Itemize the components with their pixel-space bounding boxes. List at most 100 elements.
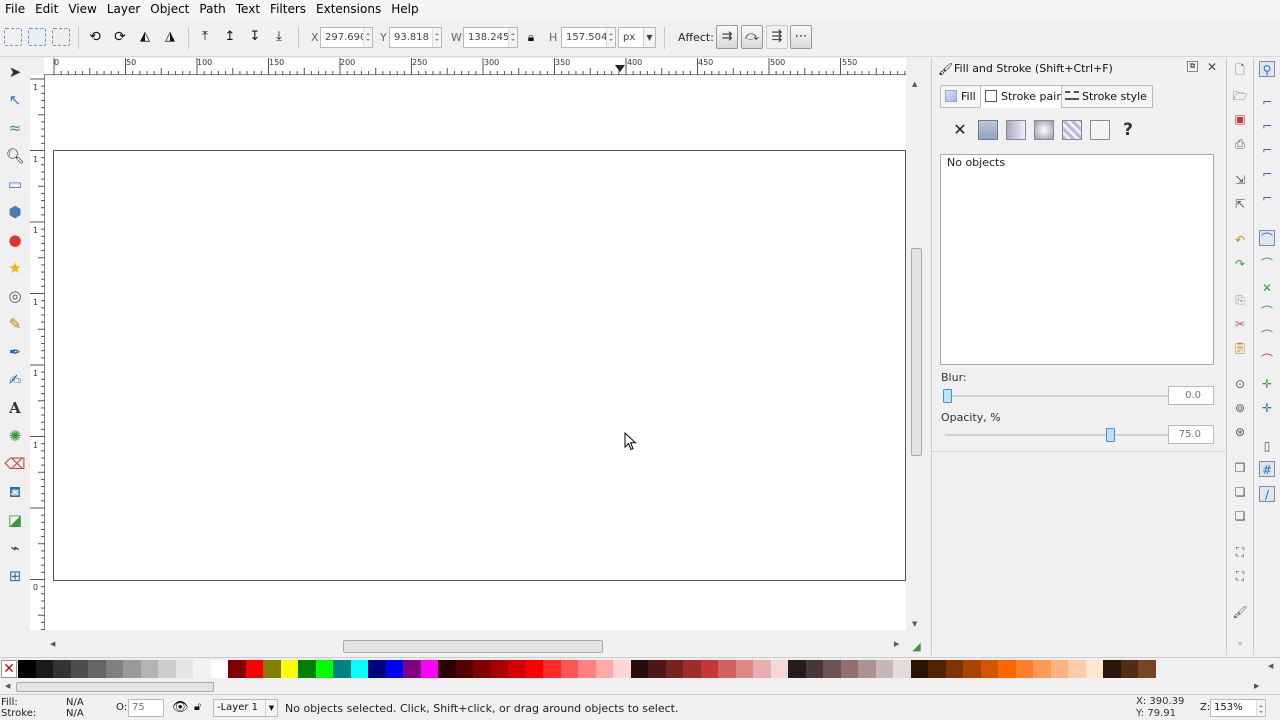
snap-page-icon[interactable]: ▯	[1259, 438, 1275, 454]
snap-nodes-icon[interactable]: ⌒	[1259, 230, 1275, 246]
pencil-tool-icon[interactable]: ✎	[4, 313, 26, 335]
snap-guide-icon[interactable]: /	[1259, 486, 1275, 502]
color-swatch[interactable]	[998, 660, 1016, 678]
more-commands-icon[interactable]: »	[1232, 636, 1248, 652]
vertical-scrollbar[interactable]: ▲ ▼	[906, 58, 927, 648]
clone-icon[interactable]: ❏	[1232, 484, 1248, 500]
lock-layer-icon[interactable]: 🔓︎	[194, 700, 201, 714]
pattern-icon[interactable]	[1062, 120, 1082, 140]
close-icon[interactable]: ✕	[1207, 60, 1217, 74]
menu-edit[interactable]: Edit	[30, 0, 63, 19]
scale-stroke-icon[interactable]: ⇉	[716, 25, 738, 49]
color-swatch[interactable]	[438, 660, 456, 678]
tab-stroke-paint[interactable]: Stroke paint	[980, 85, 1074, 108]
snap-bbox-center-icon[interactable]: ⌐	[1259, 190, 1275, 206]
paint-bucket-tool-icon[interactable]: ⛾	[4, 481, 26, 503]
paste-icon[interactable]: 📋︎	[1232, 340, 1248, 356]
radial-gradient-icon[interactable]	[1034, 120, 1054, 140]
linear-gradient-icon[interactable]	[1006, 120, 1026, 140]
scroll-left-icon[interactable]: ◀	[50, 640, 55, 648]
color-swatch[interactable]	[508, 660, 526, 678]
h-field[interactable]: 157.504	[561, 27, 616, 48]
fill-indicator[interactable]: N/A	[66, 697, 84, 708]
node-tool-icon[interactable]: ↖	[4, 89, 26, 111]
tweak-tool-icon[interactable]: ≈	[4, 117, 26, 139]
opacity-field[interactable]: 75	[128, 699, 164, 717]
color-swatch[interactable]	[228, 660, 246, 678]
blur-slider-knob[interactable]	[943, 389, 952, 403]
color-swatch[interactable]	[823, 660, 841, 678]
color-swatch[interactable]	[298, 660, 316, 678]
no-paint-icon[interactable]: ✕	[950, 120, 970, 140]
raise-to-top-icon[interactable]: ⤒	[196, 28, 214, 46]
scroll-left-icon[interactable]: ◀	[5, 682, 10, 690]
color-swatch[interactable]	[840, 660, 858, 678]
zoom-selection-icon[interactable]: ⊙	[1232, 376, 1248, 392]
zoom-field[interactable]: 153%	[1210, 699, 1266, 717]
color-swatch[interactable]	[578, 660, 596, 678]
color-manage-icon[interactable]: ◢	[906, 638, 927, 655]
snap-grid-icon[interactable]: #	[1259, 461, 1275, 477]
color-swatch[interactable]	[910, 660, 928, 678]
color-swatch[interactable]	[648, 660, 666, 678]
snap-center-icon[interactable]: ✛	[1259, 376, 1275, 392]
color-swatch[interactable]	[88, 660, 106, 678]
open-icon[interactable]: 🗁︎	[1232, 88, 1248, 104]
color-swatch[interactable]	[1138, 660, 1156, 678]
color-swatch[interactable]	[980, 660, 998, 678]
scroll-right-icon[interactable]: ▶	[1254, 682, 1259, 690]
undo-icon[interactable]: ↶	[1232, 232, 1248, 248]
lower-to-bottom-icon[interactable]: ⤓	[270, 28, 288, 46]
scroll-down-icon[interactable]: ▼	[912, 620, 917, 628]
deselect-icon[interactable]	[52, 28, 70, 46]
unit-select[interactable]: px ▼	[618, 27, 656, 48]
color-swatch[interactable]	[788, 660, 806, 678]
star-tool-icon[interactable]: ★	[4, 257, 26, 279]
spiral-tool-icon[interactable]: ◎	[4, 285, 26, 307]
color-swatch[interactable]	[175, 660, 193, 678]
horizontal-scrollbar[interactable]: ◀ ▶	[45, 638, 906, 654]
flat-color-icon[interactable]	[978, 120, 998, 140]
palette-menu-icon[interactable]: ◀	[1268, 662, 1273, 670]
menu-view[interactable]: View	[63, 0, 101, 19]
color-swatch[interactable]	[385, 660, 403, 678]
lower-icon[interactable]: ↧	[246, 28, 264, 46]
horizontal-scroll-thumb[interactable]	[343, 640, 603, 653]
3d-box-tool-icon[interactable]: ⬢	[4, 201, 26, 223]
palette-scrollbar[interactable]: ◀ ▶	[0, 680, 1280, 694]
color-swatch[interactable]	[140, 660, 158, 678]
color-swatch[interactable]	[315, 660, 333, 678]
color-swatch[interactable]	[963, 660, 981, 678]
pen-tool-icon[interactable]: ✒	[4, 341, 26, 363]
select-all-layers-icon[interactable]	[28, 28, 46, 46]
color-swatch[interactable]	[368, 660, 386, 678]
color-swatch[interactable]	[18, 660, 36, 678]
color-swatch[interactable]	[595, 660, 613, 678]
color-swatch[interactable]	[123, 660, 141, 678]
color-swatch[interactable]	[70, 660, 88, 678]
zoom-tool-icon[interactable]: 🔍︎	[4, 145, 26, 167]
color-swatch[interactable]	[280, 660, 298, 678]
color-swatch[interactable]	[35, 660, 53, 678]
snap-smooth-icon[interactable]: ⌒	[1259, 328, 1275, 344]
color-swatch[interactable]	[1015, 660, 1033, 678]
save-icon[interactable]: ▣	[1232, 111, 1248, 127]
color-swatch[interactable]	[753, 660, 771, 678]
spray-tool-icon[interactable]: ✺	[4, 425, 26, 447]
selector-tool-icon[interactable]: ➤	[4, 61, 26, 83]
print-icon[interactable]: ⎙	[1232, 136, 1248, 152]
fill-stroke-icon[interactable]: 🖌︎	[1232, 604, 1248, 620]
cut-icon[interactable]: ✂	[1232, 316, 1248, 332]
color-swatch[interactable]	[1033, 660, 1051, 678]
rectangle-tool-icon[interactable]: ▭	[4, 173, 26, 195]
move-gradients-icon[interactable]: ⇶	[766, 25, 788, 49]
eraser-tool-icon[interactable]: ⌫	[4, 453, 26, 475]
color-swatch[interactable]	[245, 660, 263, 678]
color-swatch[interactable]	[263, 660, 281, 678]
connector-tool-icon[interactable]: ⊞	[4, 565, 26, 587]
menu-filters[interactable]: Filters	[265, 0, 311, 19]
lock-icon[interactable]: 🔒︎	[522, 28, 540, 46]
color-swatch[interactable]	[1050, 660, 1068, 678]
blur-slider[interactable]	[943, 389, 1171, 403]
snap-bbox-corner-icon[interactable]: ⌐	[1259, 142, 1275, 158]
